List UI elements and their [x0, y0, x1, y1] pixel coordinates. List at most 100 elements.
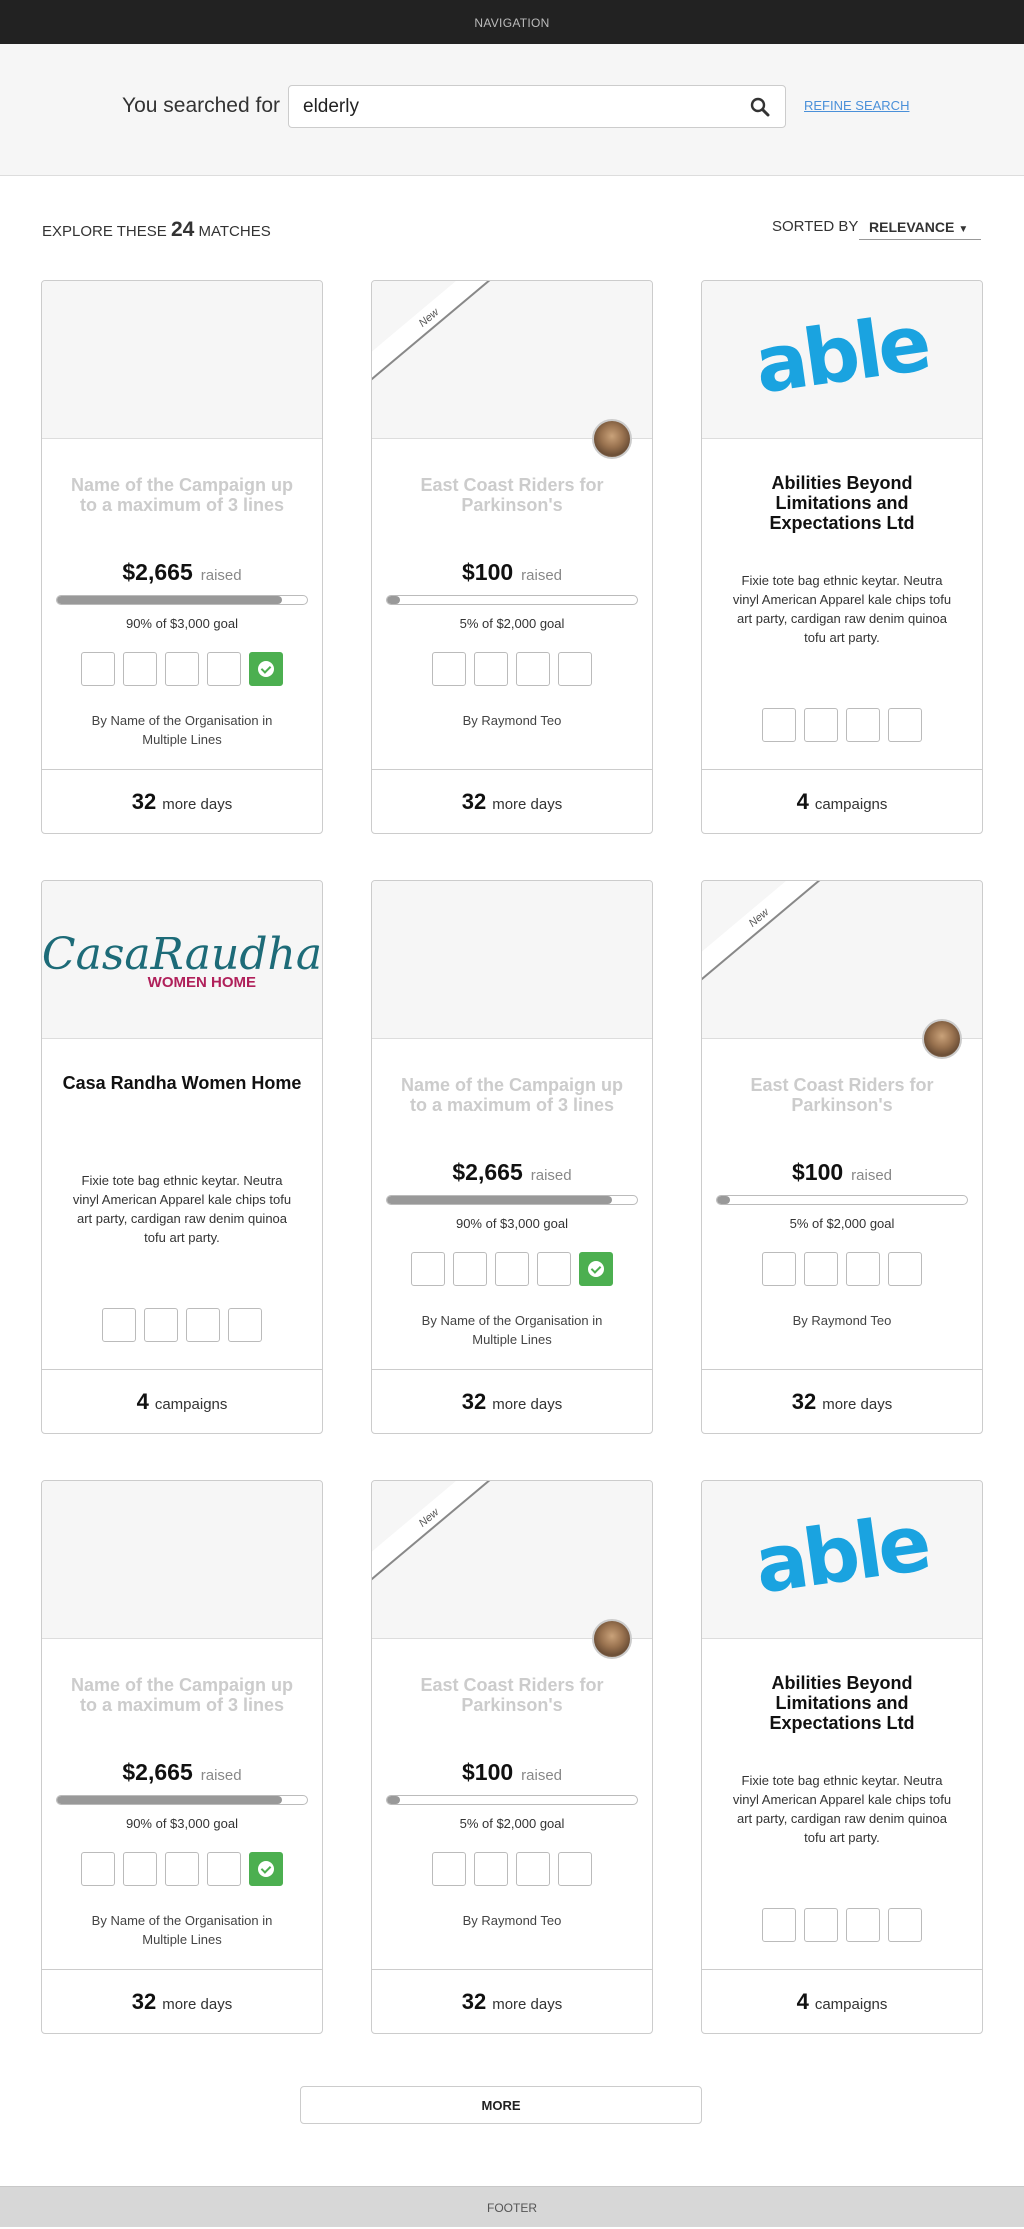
organiser-text[interactable]: By Raymond Teo — [732, 1311, 952, 1330]
campaign-card[interactable]: New East Coast Riders for Parkinson's $100… — [371, 1480, 653, 2034]
organisation-card[interactable]: able Abilities Beyond Limitations and Exp… — [701, 1480, 983, 2034]
campaign-title[interactable]: East Coast Riders for Parkinson's — [392, 1675, 632, 1715]
more-button[interactable]: MORE — [300, 2086, 702, 2124]
organisation-card[interactable]: CasaRaudha WOMEN HOME Casa Randha Women Ho… — [41, 880, 323, 1434]
badge-row — [702, 1252, 982, 1286]
organiser-text[interactable]: By Name of the Organisation in Multiple … — [72, 1911, 292, 1949]
badge-placeholder — [165, 652, 199, 686]
progress-fill — [57, 596, 282, 604]
organisation-description: Fixie tote bag ethnic keytar. Neutra vin… — [72, 1173, 292, 1245]
search-band: You searched for elderly REFINE SEARCH — [0, 44, 1024, 176]
campaign-title[interactable]: Name of the Campaign up to a maximum of … — [392, 1075, 632, 1115]
days-count: 32 — [461, 1389, 487, 1414]
sort-dropdown[interactable]: RELEVANCE ▼ — [859, 216, 981, 240]
badge-row — [702, 1908, 982, 1942]
amount-raised: $100 raised — [702, 1159, 982, 1186]
card-image[interactable] — [42, 281, 322, 439]
check-icon — [258, 661, 274, 677]
campaign-card[interactable]: Name of the Campaign up to a maximum of … — [371, 880, 653, 1434]
badge-placeholder — [207, 652, 241, 686]
campaign-card[interactable]: Name of the Campaign up to a maximum of … — [41, 280, 323, 834]
organisation-card[interactable]: able Abilities Beyond Limitations and Exp… — [701, 280, 983, 834]
card-image[interactable]: New — [372, 1481, 652, 1639]
amount-raised: $2,665 raised — [372, 1159, 652, 1186]
check-icon — [588, 1261, 604, 1277]
card-image[interactable]: CasaRaudha WOMEN HOME — [42, 881, 322, 1039]
campaign-title[interactable]: Name of the Campaign up to a maximum of … — [62, 1675, 302, 1715]
badge-placeholder — [495, 1252, 529, 1286]
campaign-title[interactable]: East Coast Riders for Parkinson's — [722, 1075, 962, 1115]
days-left: 32 more days — [42, 1969, 322, 2033]
progress-fill — [387, 596, 400, 604]
organisation-title[interactable]: Abilities Beyond Limitations and Expecta… — [722, 1673, 962, 1733]
new-ribbon: New — [372, 281, 509, 388]
badge-row — [42, 1308, 322, 1342]
days-count: 32 — [791, 1389, 817, 1414]
footer: FOOTER — [0, 2186, 1024, 2227]
badge-row — [702, 708, 982, 742]
campaign-count[interactable]: 4 campaigns — [702, 769, 982, 833]
verified-badge — [249, 1852, 283, 1886]
badge-placeholder — [804, 708, 838, 742]
card-image[interactable]: able — [702, 281, 982, 439]
card-image[interactable] — [372, 881, 652, 1039]
card-image[interactable]: New — [372, 281, 652, 439]
explore-prefix: EXPLORE THESE — [42, 223, 167, 240]
svg-text:able: able — [750, 298, 934, 411]
badge-placeholder — [102, 1308, 136, 1342]
days-count: 32 — [131, 1989, 157, 2014]
badge-placeholder — [123, 1852, 157, 1886]
card-image[interactable] — [42, 1481, 322, 1639]
raised-suffix: raised — [521, 567, 563, 584]
campaign-title[interactable]: Name of the Campaign up to a maximum of … — [62, 475, 302, 515]
badge-placeholder — [123, 652, 157, 686]
days-count: 32 — [461, 789, 487, 814]
search-input[interactable]: elderly — [288, 85, 786, 128]
badge-placeholder — [432, 1852, 466, 1886]
card-image[interactable]: New — [702, 881, 982, 1039]
campaigns-suffix: campaigns — [814, 1996, 888, 2013]
badge-placeholder — [537, 1252, 571, 1286]
goal-text: 5% of $2,000 goal — [789, 1216, 895, 1231]
badge-placeholder — [558, 652, 592, 686]
raised-amount: $2,665 — [122, 1759, 193, 1785]
badge-placeholder — [888, 1908, 922, 1942]
days-suffix: more days — [492, 1996, 563, 2013]
organiser-text[interactable]: By Name of the Organisation in Multiple … — [72, 711, 292, 749]
campaign-count[interactable]: 4 campaigns — [42, 1369, 322, 1433]
raised-amount: $100 — [461, 559, 514, 585]
campaign-card[interactable]: Name of the Campaign up to a maximum of … — [41, 1480, 323, 2034]
organisation-title[interactable]: Abilities Beyond Limitations and Expecta… — [722, 473, 962, 533]
days-left: 32 more days — [372, 1369, 652, 1433]
amount-raised: $2,665 raised — [42, 1759, 322, 1786]
organiser-text[interactable]: By Raymond Teo — [402, 711, 622, 730]
organisation-description: Fixie tote bag ethnic keytar. Neutra vin… — [732, 573, 952, 645]
days-left: 32 more days — [372, 769, 652, 833]
progress-bar — [716, 1195, 968, 1205]
verified-badge — [579, 1252, 613, 1286]
sorted-by-label: SORTED BY — [772, 218, 859, 235]
new-ribbon: New — [702, 881, 839, 988]
card-image[interactable]: able — [702, 1481, 982, 1639]
badge-row — [372, 652, 652, 686]
organisation-title[interactable]: Casa Randha Women Home — [62, 1073, 302, 1093]
campaign-card[interactable]: New East Coast Riders for Parkinson's $100… — [701, 880, 983, 1434]
results-count: 24 — [170, 218, 195, 241]
campaign-card[interactable]: New East Coast Riders for Parkinson's $100… — [371, 280, 653, 834]
badge-placeholder — [207, 1852, 241, 1886]
refine-search-link[interactable]: REFINE SEARCH — [804, 98, 909, 113]
campaign-count[interactable]: 4 campaigns — [702, 1969, 982, 2033]
badge-placeholder — [474, 652, 508, 686]
navigation-bar: NAVIGATION — [0, 0, 1024, 44]
campaigns-suffix: campaigns — [154, 1396, 228, 1413]
campaign-title[interactable]: East Coast Riders for Parkinson's — [392, 475, 632, 515]
organiser-text[interactable]: By Raymond Teo — [402, 1911, 622, 1930]
search-icon[interactable] — [749, 96, 771, 118]
progress-fill — [387, 1196, 612, 1204]
badge-placeholder — [453, 1252, 487, 1286]
amount-raised: $2,665 raised — [42, 559, 322, 586]
progress-bar — [386, 595, 638, 605]
search-value[interactable]: elderly — [303, 96, 359, 118]
progress-bar — [56, 1795, 308, 1805]
organiser-text[interactable]: By Name of the Organisation in Multiple … — [402, 1311, 622, 1349]
